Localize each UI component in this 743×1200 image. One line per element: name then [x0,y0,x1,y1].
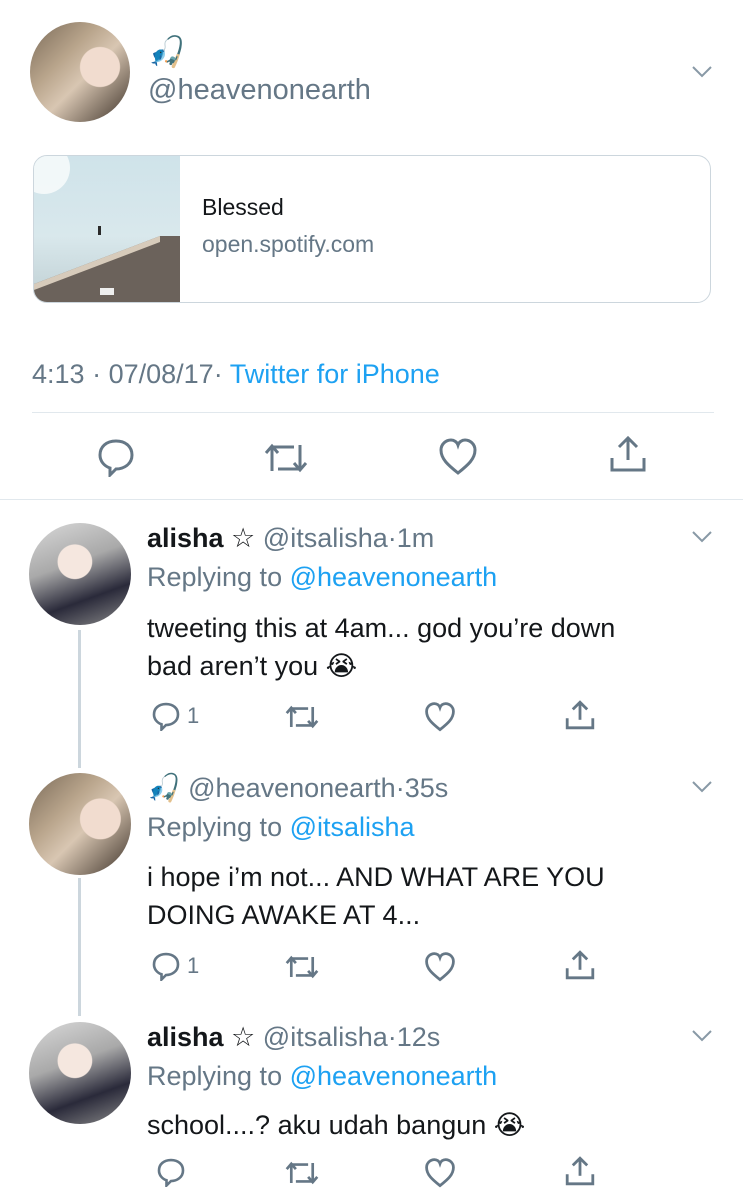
reply-author-avatar[interactable] [29,1022,131,1124]
divider [0,499,743,500]
replying-to-link[interactable]: @heavenonearth [290,562,498,592]
reply-text: school....? aku udah bangun 😭 [147,1106,525,1145]
replying-to-label: Replying to [147,812,283,842]
share-icon[interactable] [564,1155,596,1187]
replying-to: Replying to @itsalisha [147,811,415,843]
crying-emoji: 😭 [325,651,358,682]
reply-header: alisha ☆ @itsalisha·12s [147,1021,440,1053]
card-title: Blessed [202,194,284,220]
reply-text-line: i hope i’m not... AND WHAT ARE YOU [147,862,605,892]
chevron-down-icon[interactable] [692,1030,712,1042]
replying-to: Replying to @heavenonearth [147,1060,497,1092]
main-author-handle[interactable]: @heavenonearth [148,73,371,107]
retweet-icon[interactable] [264,441,308,475]
reply-author-avatar[interactable] [29,773,131,875]
reply-author-emoji: 🎣 [147,773,181,804]
reply-icon[interactable] [96,437,136,477]
meta-separator: · [387,523,397,553]
meta-separator: · [395,773,405,803]
like-icon[interactable] [424,1158,456,1188]
main-author-emoji: 🎣 [148,35,186,70]
reply-time: 35s [404,773,449,803]
reply-text-line: DOING AWAKE AT 4... [147,900,421,930]
replying-to-link[interactable]: @heavenonearth [290,1061,498,1091]
tweet-time: 4:13 [32,359,85,389]
replying-to-label: Replying to [147,1061,283,1091]
reply-time: 12s [396,1022,441,1052]
like-icon[interactable] [438,438,478,476]
reply-icon[interactable] [156,1157,186,1187]
meta-separator: · [213,359,223,389]
share-icon[interactable] [608,434,648,474]
share-icon[interactable] [564,949,596,981]
replying-to-label: Replying to [147,562,283,592]
tweet-meta: 4:13 · 07/08/17· Twitter for iPhone [32,358,440,390]
reply-author-handle[interactable]: @itsalisha [263,523,388,553]
retweet-icon[interactable] [285,1160,319,1186]
thread-line [78,878,81,1016]
card-domain: open.spotify.com [202,231,375,257]
like-icon[interactable] [424,952,456,982]
reply-count: 1 [187,953,200,978]
like-icon[interactable] [424,702,456,732]
reply-icon[interactable] [151,701,181,731]
reply-text-line: bad aren’t you 😭 [147,651,358,682]
reply-author-avatar[interactable] [29,523,131,625]
chevron-down-icon[interactable] [692,66,712,78]
reply-icon[interactable] [151,951,181,981]
reply-text-line: tweeting this at 4am... god you’re down [147,613,616,643]
divider [32,412,714,413]
retweet-icon[interactable] [285,704,319,730]
share-icon[interactable] [564,699,596,731]
reply-text: i hope i’m not... AND WHAT ARE YOU DOING… [147,858,605,934]
reply-text-line: school....? aku udah bangun [147,1110,487,1140]
replying-to-link[interactable]: @itsalisha [290,812,415,842]
retweet-icon[interactable] [285,954,319,980]
reply-time: 1m [396,523,435,553]
crying-emoji: 😭 [493,1110,526,1141]
reply-text: tweeting this at 4am... god you’re down … [147,609,615,686]
main-author-avatar[interactable] [30,22,130,122]
meta-separator: · [92,359,102,389]
reply-author-name[interactable]: alisha ☆ [147,1022,255,1052]
reply-header: 🎣 @heavenonearth·35s [147,772,448,805]
reply-author-handle[interactable]: @itsalisha [263,1022,388,1052]
chevron-down-icon[interactable] [692,781,712,793]
reply-author-handle[interactable]: @heavenonearth [188,773,396,803]
reply-count: 1 [187,703,200,728]
thread-line [78,630,81,768]
chevron-down-icon[interactable] [692,531,712,543]
tweet-source-link[interactable]: Twitter for iPhone [230,359,440,389]
replying-to: Replying to @heavenonearth [147,561,497,593]
meta-separator: · [387,1022,397,1052]
reply-author-name[interactable]: alisha ☆ [147,523,255,553]
reply-header: alisha ☆ @itsalisha·1m [147,522,434,554]
album-art-image [34,156,180,302]
tweet-date: 07/08/17 [108,359,214,389]
link-preview-card[interactable]: Blessed open.spotify.com [33,155,711,303]
